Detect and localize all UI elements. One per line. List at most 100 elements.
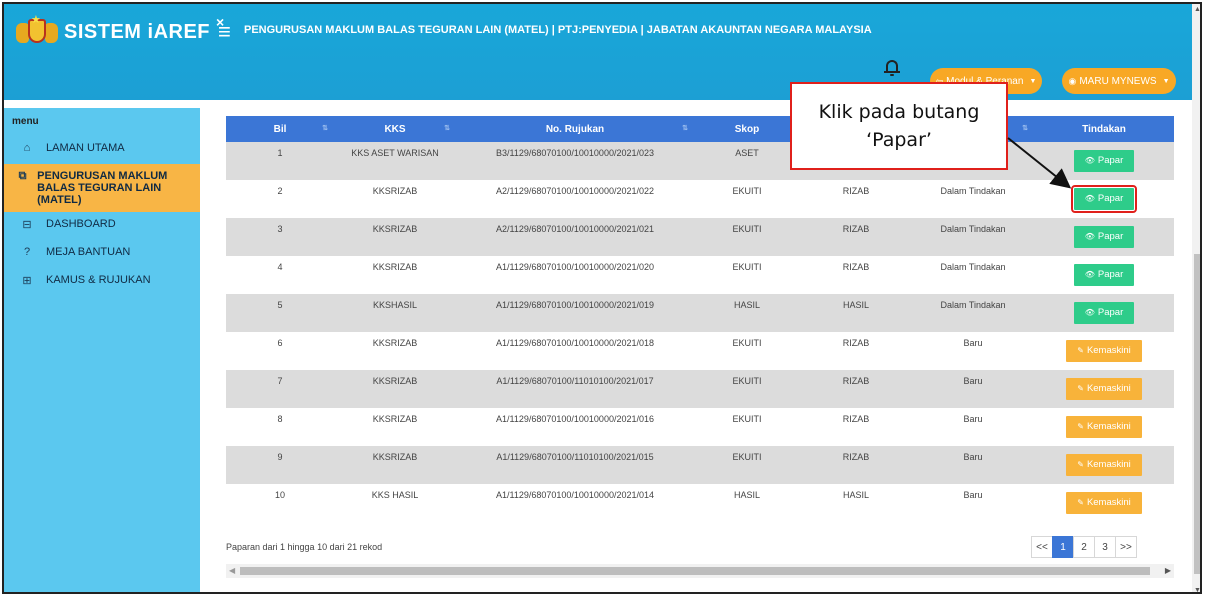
user-menu-dropdown[interactable]: ◉ MARU MYNEWS ▼ — [1062, 68, 1176, 94]
cell-kategori: RIZAB — [800, 370, 912, 408]
notification-bell-icon[interactable] — [884, 58, 900, 76]
brand[interactable]: ★ SISTEM iAREF ≡ — [16, 14, 231, 50]
matel-table: Bil ⇅ KKS ⇅ No. Rujukan ⇅ Skop ⇅ Tindakan 1… — [226, 116, 1174, 522]
cell-bil: 7 — [226, 370, 334, 408]
cell-status: Baru — [912, 484, 1034, 522]
kemaskini-button[interactable]: ✎ Kemaskini — [1066, 340, 1142, 362]
callout-line-1: Klik pada butang — [818, 101, 980, 123]
table-body: 1 KKS ASET WARISAN B3/1129/68070100/100100… — [226, 142, 1174, 522]
eye-icon: 👁 — [1084, 156, 1095, 165]
cell-status: Baru — [912, 370, 1034, 408]
sort-icon: ⇅ — [1022, 125, 1028, 132]
page-1-button[interactable]: 1 — [1052, 536, 1074, 558]
cell-skop: HASIL — [694, 484, 800, 522]
pencil-icon: ✎ — [1077, 460, 1084, 469]
cell-kks: KKSRIZAB — [334, 446, 456, 484]
button-label: Papar — [1097, 155, 1124, 166]
sidebar-item-laman-utama[interactable]: ⌂ LAMAN UTAMA — [4, 136, 200, 164]
cell-tindakan: 👁 Papar — [1034, 142, 1174, 180]
cell-status: Baru — [912, 408, 1034, 446]
cell-kategori: RIZAB — [800, 256, 912, 294]
scroll-left-icon[interactable]: ◀ — [229, 566, 235, 575]
sidebar-item-kamus-rujukan[interactable]: ⊞ KAMUS & RUJUKAN — [4, 268, 200, 296]
horizontal-scrollbar[interactable]: ◀ ▶ — [226, 564, 1174, 578]
papar-button[interactable]: 👁 Papar — [1074, 150, 1134, 172]
column-header-kks[interactable]: KKS ⇅ — [334, 116, 456, 142]
column-header-skop[interactable]: Skop — [694, 116, 800, 142]
last-page-button[interactable]: >> — [1115, 536, 1137, 558]
table-row: 8 KKSRIZAB A1/1129/68070100/10010000/2021/… — [226, 408, 1174, 446]
callout-line-2: ‘Papar’ — [866, 129, 932, 151]
papar-button[interactable]: 👁 Papar — [1074, 302, 1134, 324]
sidebar-item-matel[interactable]: ⧉ PENGURUSAN MAKLUM BALAS TEGURAN LAIN (… — [4, 164, 200, 212]
sidebar-item-dashboard[interactable]: ⊟ DASHBOARD — [4, 212, 200, 240]
cell-tindakan: 👁 Papar — [1034, 256, 1174, 294]
sidebar-item-label: MEJA BANTUAN — [46, 246, 131, 258]
vertical-scrollbar[interactable]: ▲ ▼ — [1192, 4, 1200, 592]
kemaskini-button[interactable]: ✎ Kemaskini — [1066, 454, 1142, 476]
cell-bil: 8 — [226, 408, 334, 446]
table-row: 7 KKSRIZAB A1/1129/68070100/11010100/2021/… — [226, 370, 1174, 408]
pencil-icon: ✎ — [1077, 422, 1084, 431]
cell-tindakan: 👁 Papar — [1034, 180, 1174, 218]
button-label: Kemaskini — [1086, 497, 1131, 508]
cell-status: Dalam Tindakan — [912, 218, 1034, 256]
cell-no-rujukan: A1/1129/68070100/10010000/2021/020 — [456, 256, 694, 294]
cell-no-rujukan: B3/1129/68070100/10010000/2021/023 — [456, 142, 694, 180]
button-label: Papar — [1097, 231, 1124, 242]
scroll-up-icon[interactable]: ▲ — [1194, 6, 1200, 13]
sidebar-heading: menu — [12, 116, 39, 127]
table-row: 10 KKS HASIL A1/1129/68070100/10010000/202… — [226, 484, 1174, 522]
button-label: Papar — [1097, 307, 1124, 318]
scrollbar-thumb[interactable] — [240, 567, 1150, 575]
scrollbar-thumb[interactable] — [1194, 254, 1200, 574]
cell-tindakan: ✎ Kemaskini — [1034, 408, 1174, 446]
kemaskini-button[interactable]: ✎ Kemaskini — [1066, 492, 1142, 514]
cell-skop: EKUITI — [694, 218, 800, 256]
cell-no-rujukan: A1/1129/68070100/10010000/2021/018 — [456, 332, 694, 370]
kemaskini-button[interactable]: ✎ Kemaskini — [1066, 378, 1142, 400]
document-icon: ⧉ — [18, 170, 27, 182]
pencil-icon: ✎ — [1077, 346, 1084, 355]
table-row: 4 KKSRIZAB A1/1129/68070100/10010000/2021/… — [226, 256, 1174, 294]
sort-icon: ⇅ — [682, 125, 688, 132]
eye-icon: 👁 — [1084, 194, 1095, 203]
kemaskini-button[interactable]: ✎ Kemaskini — [1066, 416, 1142, 438]
cell-tindakan: ✎ Kemaskini — [1034, 370, 1174, 408]
page-3-button[interactable]: 3 — [1094, 536, 1116, 558]
table-row: 1 KKS ASET WARISAN B3/1129/68070100/100100… — [226, 142, 1174, 180]
button-label: Papar — [1097, 269, 1124, 280]
main-content: Bil ⇅ KKS ⇅ No. Rujukan ⇅ Skop ⇅ Tindakan 1… — [200, 108, 1192, 592]
cell-tindakan: 👁 Papar — [1034, 294, 1174, 332]
cell-skop: EKUITI — [694, 332, 800, 370]
sidebar: menu ⌂ LAMAN UTAMA ⧉ PENGURUSAN MAKLUM B… — [4, 108, 200, 592]
papar-button[interactable]: 👁 Papar — [1071, 185, 1137, 213]
cell-kks: KKS ASET WARISAN — [334, 142, 456, 180]
sidebar-item-meja-bantuan[interactable]: ? MEJA BANTUAN — [4, 240, 200, 268]
pencil-icon: ✎ — [1077, 498, 1084, 507]
close-icon[interactable]: × — [216, 14, 224, 30]
column-header-bil[interactable]: Bil ⇅ — [226, 116, 334, 142]
cell-bil: 4 — [226, 256, 334, 294]
cell-status: Dalam Tindakan — [912, 180, 1034, 218]
brand-name: SISTEM iAREF — [64, 20, 211, 43]
cell-kategori: RIZAB — [800, 332, 912, 370]
cell-kks: KKSRIZAB — [334, 408, 456, 446]
cell-no-rujukan: A2/1129/68070100/10010000/2021/021 — [456, 218, 694, 256]
column-header-no-rujukan[interactable]: No. Rujukan ⇅ — [456, 116, 694, 142]
cell-skop: EKUITI — [694, 180, 800, 218]
sort-icon: ⇅ — [444, 125, 450, 132]
papar-button[interactable]: 👁 Papar — [1074, 264, 1134, 286]
papar-button[interactable]: 👁 Papar — [1074, 226, 1134, 248]
table-row: 3 KKSRIZAB A2/1129/68070100/10010000/2021/… — [226, 218, 1174, 256]
cell-no-rujukan: A1/1129/68070100/11010100/2021/015 — [456, 446, 694, 484]
first-page-button[interactable]: << — [1031, 536, 1053, 558]
cell-skop: ASET — [694, 142, 800, 180]
scroll-right-icon[interactable]: ▶ — [1165, 566, 1171, 575]
table-row: 2 KKSRIZAB A2/1129/68070100/10010000/2021/… — [226, 180, 1174, 218]
cell-bil: 3 — [226, 218, 334, 256]
chevron-down-icon: ▼ — [1029, 77, 1037, 85]
button-label: Kemaskini — [1086, 383, 1131, 394]
scroll-down-icon[interactable]: ▼ — [1194, 587, 1200, 592]
page-2-button[interactable]: 2 — [1073, 536, 1095, 558]
